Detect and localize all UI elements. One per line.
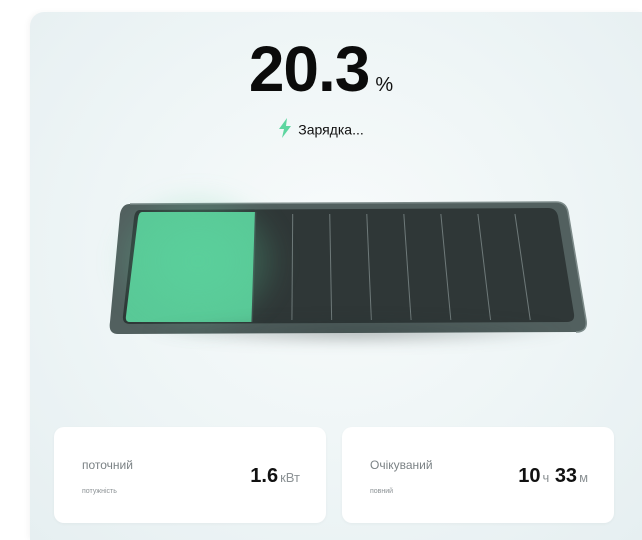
expected-full-card: Очікуваний повний 10 ч 33 м: [342, 427, 614, 523]
current-power-value: 1.6: [250, 465, 279, 487]
bolt-icon: [278, 118, 292, 141]
expected-minutes-unit: м: [579, 470, 588, 485]
expected-minutes: 33: [554, 465, 578, 487]
current-power-sublabel: потужність: [82, 488, 117, 495]
expected-hours: 10: [518, 465, 541, 487]
expected-full-sublabel: повний: [370, 488, 394, 495]
battery-percentage-value: 20.3: [248, 33, 371, 105]
expected-full-label: Очікуваний: [370, 458, 433, 472]
battery-percentage-unit: %: [375, 74, 394, 96]
current-power-value-wrap: 1.6 кВт: [250, 465, 300, 488]
charging-status: Зарядка...: [0, 118, 642, 141]
current-power-label: поточний: [82, 458, 133, 472]
stats-row: поточний потужність 1.6 кВт Очікуваний по…: [54, 427, 614, 523]
battery-glow: [108, 186, 288, 336]
current-power-unit: кВт: [280, 470, 300, 485]
expected-full-value-wrap: 10 ч 33 м: [518, 465, 588, 488]
expected-hours-unit: ч: [542, 470, 550, 485]
battery-percentage: 20.3%: [0, 32, 642, 106]
battery-graphic: [108, 186, 596, 356]
current-power-card: поточний потужність 1.6 кВт: [54, 427, 326, 523]
charging-status-text: Зарядка...: [298, 121, 364, 138]
